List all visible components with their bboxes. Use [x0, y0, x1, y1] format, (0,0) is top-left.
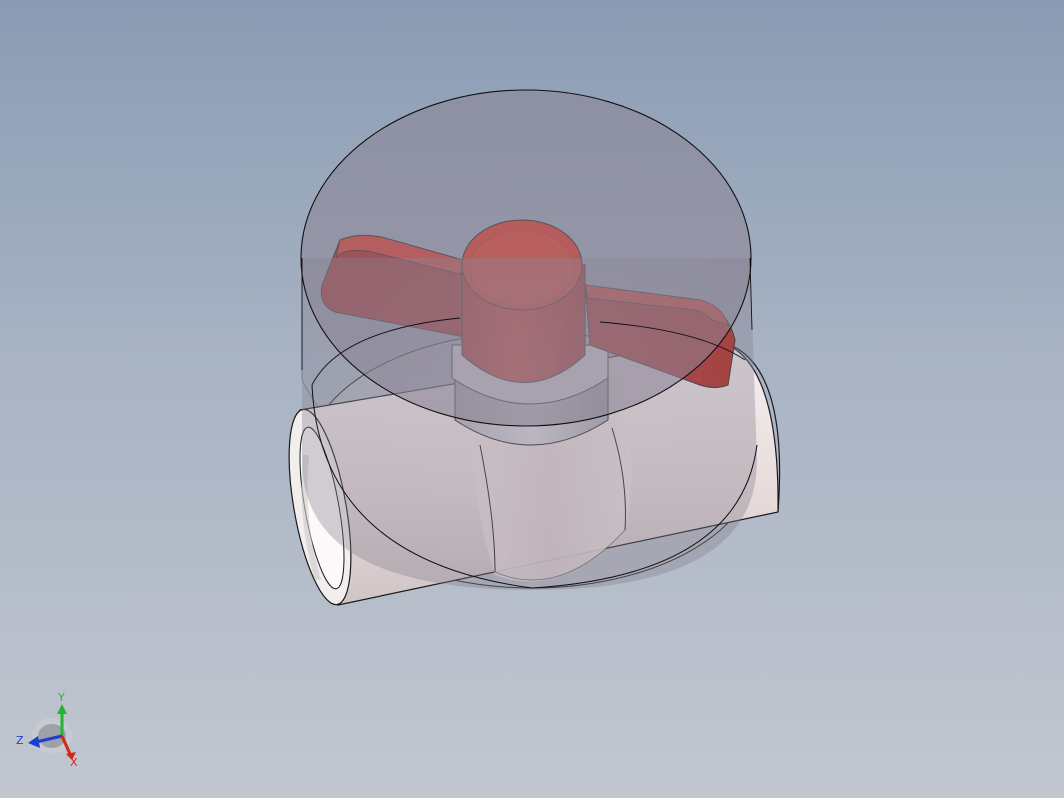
- orientation-triad[interactable]: Y Z X: [10, 688, 90, 768]
- y-axis-arrow: [57, 704, 67, 714]
- axis-y-label: Y: [57, 691, 65, 704]
- axis-z-label: Z: [16, 734, 24, 747]
- model-view[interactable]: [0, 0, 1064, 798]
- axis-x-label: X: [70, 756, 78, 768]
- transparent-envelope: [300, 89, 758, 590]
- graphics-viewport[interactable]: Y Z X: [0, 0, 1064, 798]
